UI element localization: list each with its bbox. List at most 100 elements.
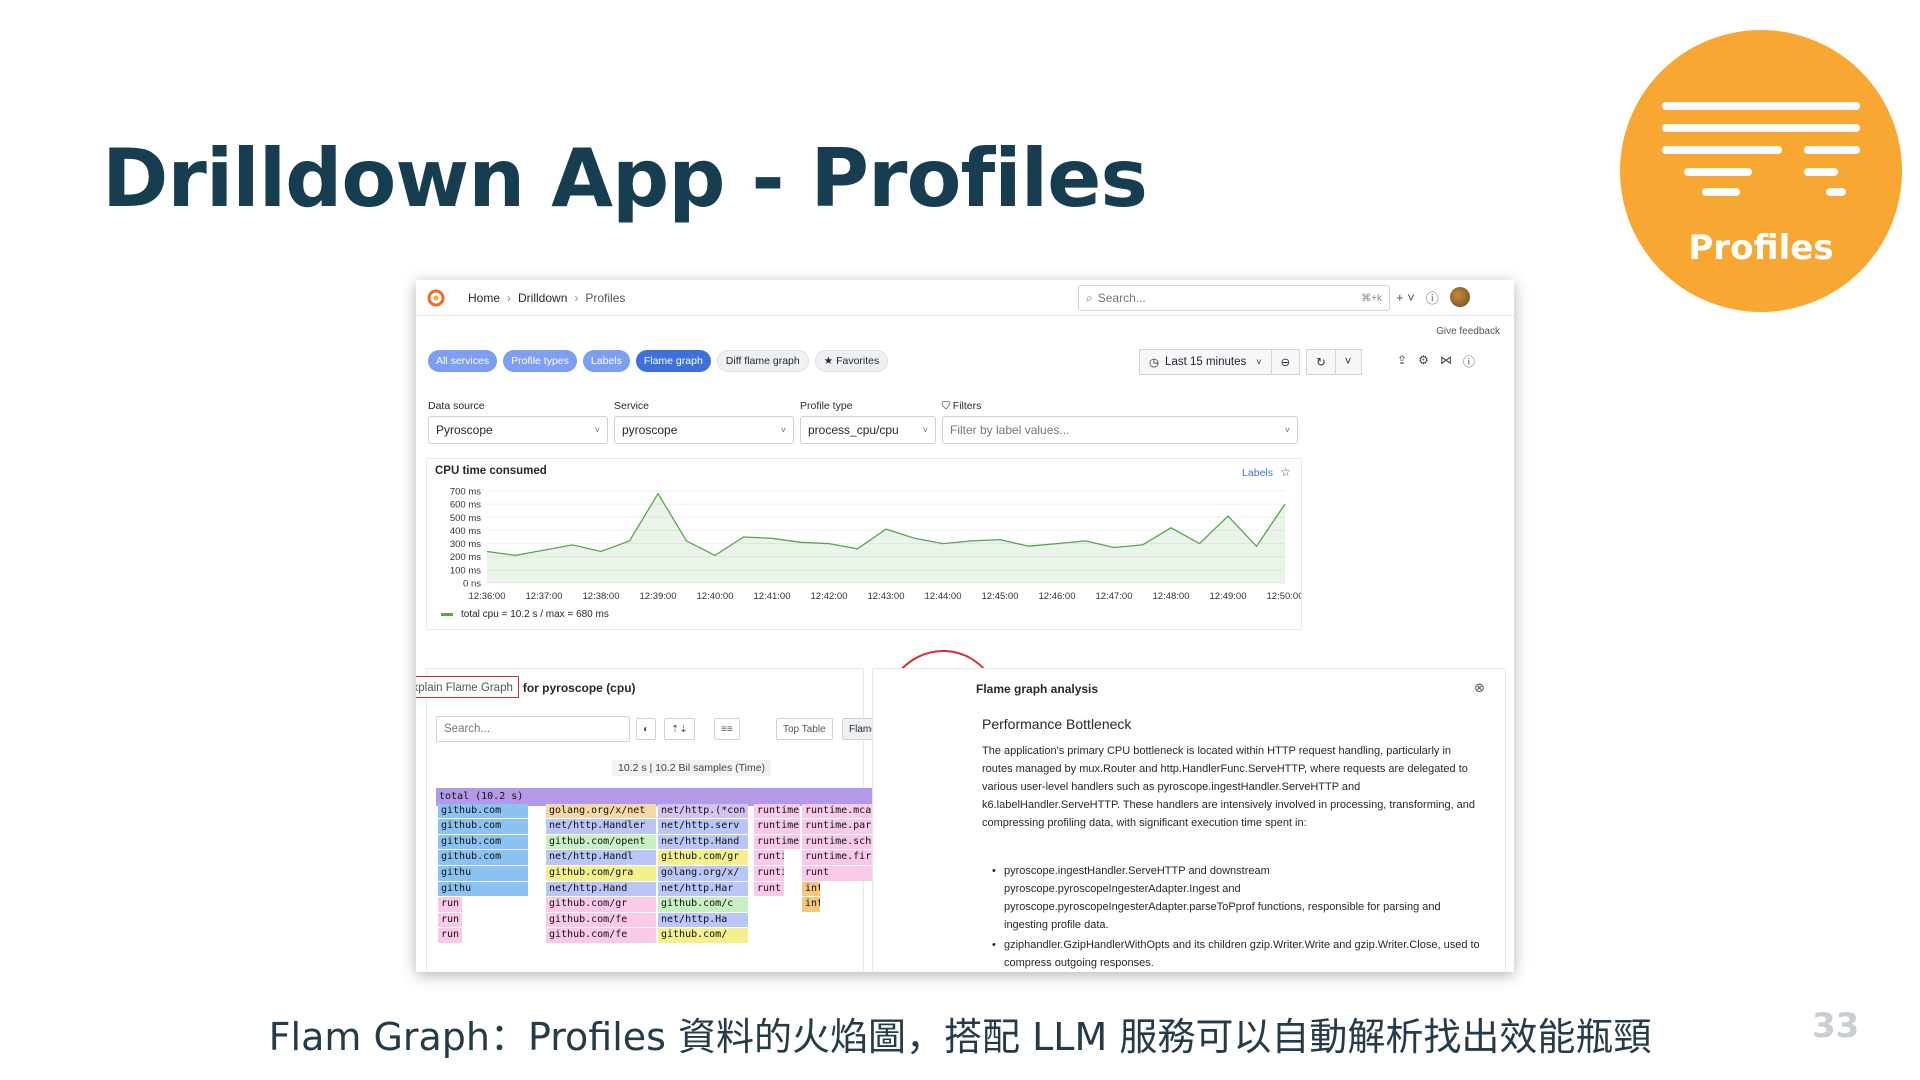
- y-tick-label: 700 ms: [450, 487, 481, 498]
- search-input[interactable]: ⌕ Search... ⌘+k: [1078, 285, 1390, 311]
- clock-icon: ◷: [1149, 357, 1160, 369]
- flame-frame[interactable]: runtime: [754, 803, 800, 819]
- pill-flame-graph[interactable]: Flame graph: [635, 350, 711, 372]
- filters-input[interactable]: Filter by label values... ˅: [942, 416, 1298, 444]
- x-tick-label: 12:36:00: [469, 591, 506, 602]
- chevron-down-icon: ˅: [1284, 425, 1290, 435]
- flame-frame[interactable]: net/http.Handl: [546, 850, 656, 865]
- flame-frame[interactable]: runtime: [754, 834, 800, 850]
- flame-frame[interactable]: github.com/c: [658, 897, 748, 912]
- flame-frame[interactable]: github.com/opent: [546, 834, 656, 850]
- breadcrumb-home[interactable]: Home: [468, 291, 500, 305]
- cpu-panel-title: CPU time consumed: [435, 465, 547, 477]
- give-feedback-link[interactable]: Give feedback: [1436, 326, 1500, 337]
- flame-frame[interactable]: github.com: [438, 850, 528, 865]
- flame-frame[interactable]: net/http.Hand: [546, 881, 656, 897]
- chart-legend[interactable]: total cpu = 10.2 s / max = 680 ms: [441, 609, 609, 620]
- flame-frame[interactable]: github.com/fe: [546, 912, 656, 928]
- time-range-picker[interactable]: ◷ Last 15 minutes ˅: [1139, 349, 1272, 375]
- grafana-screenshot: Home › Drilldown › Profiles ⌕ Search... …: [416, 280, 1514, 972]
- flame-frame[interactable]: int: [802, 897, 820, 912]
- flame-frame[interactable]: runtir: [754, 850, 784, 865]
- flame-frame[interactable]: github.com/gra: [546, 866, 656, 881]
- flame-frame[interactable]: run: [438, 897, 462, 912]
- badge-label: Profiles: [1688, 228, 1834, 268]
- list-item: gziphandler.GzipHandlerWithOpts and its …: [992, 936, 1484, 972]
- flame-frame[interactable]: github.com/fe: [546, 928, 656, 943]
- flame-frame[interactable]: int: [802, 881, 820, 897]
- align-left-button[interactable]: ≡≡: [714, 718, 740, 740]
- flame-frame[interactable]: githu: [438, 881, 528, 897]
- grafana-logo-icon[interactable]: [426, 288, 446, 308]
- tab-top-table[interactable]: Top Table: [776, 718, 833, 740]
- add-icon[interactable]: + ˅: [1396, 290, 1415, 305]
- breadcrumb-drilldown[interactable]: Drilldown: [518, 291, 567, 305]
- pill-labels[interactable]: Labels: [582, 350, 630, 372]
- analysis-heading: Performance Bottleneck: [982, 716, 1132, 732]
- flame-frame[interactable]: net/http.Har: [658, 881, 748, 897]
- flame-frame[interactable]: github.com/: [658, 928, 748, 943]
- x-tick-label: 12:41:00: [754, 591, 791, 602]
- flame-frame[interactable]: github.com: [438, 803, 528, 819]
- x-tick-label: 12:38:00: [583, 591, 620, 602]
- flame-frame[interactable]: github.com: [438, 819, 528, 834]
- avatar[interactable]: [1449, 287, 1470, 307]
- flame-frame[interactable]: golang.org/x/: [658, 866, 748, 881]
- refresh-interval-dropdown[interactable]: ˅: [1334, 349, 1362, 375]
- x-tick-label: 12:50:00: [1267, 591, 1301, 602]
- x-tick-label: 12:40:00: [697, 591, 734, 602]
- flame-frame[interactable]: githu: [438, 866, 528, 881]
- share-icon[interactable]: ⋈: [1440, 353, 1452, 370]
- profile-type-label: Profile type: [800, 400, 853, 412]
- settings-icon[interactable]: ⚙: [1418, 353, 1429, 370]
- flame-frame[interactable]: runtir: [754, 866, 784, 881]
- flame-frame[interactable]: net/http.(*con: [658, 803, 748, 819]
- flame-frame[interactable]: run: [438, 928, 462, 943]
- color-scheme-button[interactable]: ◐: [636, 718, 657, 740]
- flame-frame[interactable]: runt: [754, 881, 784, 897]
- pill-profile-types[interactable]: Profile types: [503, 350, 577, 372]
- profile-type-select[interactable]: process_cpu/cpu ˅: [800, 416, 936, 444]
- flame-frame[interactable]: net/http.Handler: [546, 819, 656, 834]
- text-align-button[interactable]: ⇡⇣: [664, 718, 695, 740]
- pill-diff-flame-graph[interactable]: Diff flame graph: [716, 350, 809, 372]
- flame-frame[interactable]: net/http.Hand: [658, 834, 748, 850]
- service-label: Service: [614, 400, 650, 412]
- flame-frame[interactable]: golang.org/x/net: [546, 803, 656, 819]
- flame-frame[interactable]: net/http.Ha: [658, 912, 748, 928]
- pill-all-services[interactable]: All services: [428, 350, 498, 372]
- info-icon[interactable]: ⓘ: [1463, 353, 1475, 370]
- flame-frame[interactable]: net/http.serv: [658, 819, 748, 834]
- flame-frame[interactable]: runtime: [754, 819, 800, 834]
- x-tick-label: 12:39:00: [640, 591, 677, 602]
- search-icon: ⌕: [1086, 290, 1093, 305]
- nav-pills: All services Profile types Labels Flame …: [428, 350, 889, 372]
- data-source-select[interactable]: Pyroscope ˅: [428, 416, 608, 444]
- y-tick-label: 600 ms: [450, 500, 481, 511]
- star-icon[interactable]: ☆: [1280, 465, 1291, 479]
- refresh-button[interactable]: ↻: [1306, 349, 1336, 375]
- filters-label: ⛉ Filters: [942, 400, 982, 412]
- flame-frame[interactable]: github.com/gr: [546, 897, 656, 912]
- top-bar: Home › Drilldown › Profiles ⌕ Search... …: [416, 280, 1514, 316]
- labels-link[interactable]: Labels: [1242, 467, 1273, 479]
- close-icon[interactable]: ⊗: [1474, 680, 1485, 696]
- explain-flame-graph-button[interactable]: ✦ Explain Flame Graph: [416, 676, 519, 698]
- y-tick-label: 400 ms: [450, 526, 481, 537]
- chevron-right-icon: ›: [574, 290, 579, 305]
- legend-swatch: [441, 613, 453, 616]
- x-tick-label: 12:44:00: [925, 591, 962, 602]
- flame-frame[interactable]: github.com/gr: [658, 850, 748, 865]
- flame-frame[interactable]: github.com: [438, 834, 528, 850]
- x-tick-label: 12:47:00: [1096, 591, 1133, 602]
- pill-favorites[interactable]: ★ Favorites: [814, 350, 889, 372]
- zoom-out-button[interactable]: ⊖: [1270, 349, 1301, 375]
- flame-frame[interactable]: run: [438, 912, 462, 928]
- help-icon[interactable]: ⓘ: [1426, 288, 1439, 307]
- chevron-right-icon: ›: [507, 290, 512, 305]
- flame-search-input[interactable]: Search...: [436, 716, 630, 742]
- x-tick-label: 12:37:00: [526, 591, 563, 602]
- share-export-icon[interactable]: ⇪: [1397, 353, 1407, 370]
- service-select[interactable]: pyroscope ˅: [614, 416, 794, 444]
- series-area: [487, 493, 1285, 583]
